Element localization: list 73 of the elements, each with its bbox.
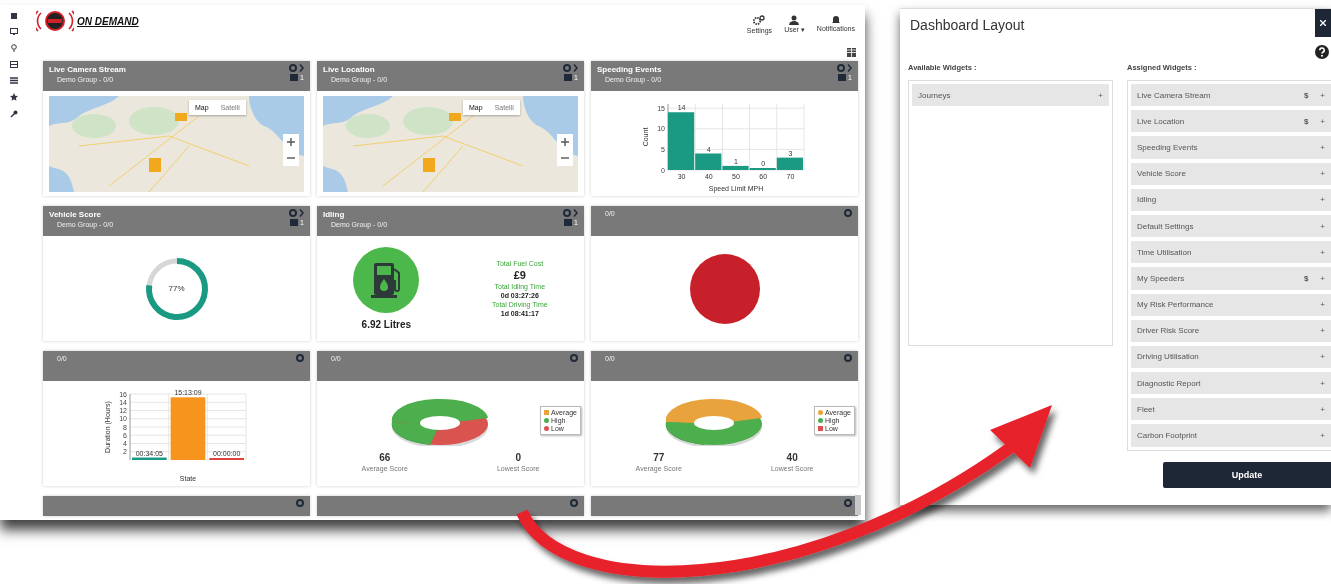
calendar-icon[interactable] [290, 74, 299, 81]
calendar-icon[interactable] [564, 74, 573, 81]
widget-list-item[interactable]: Journeys + [912, 84, 1109, 106]
chevron-right-icon[interactable] [299, 209, 304, 217]
logo-text: ON DEMAND [77, 15, 139, 27]
score-reading: 77% [167, 283, 186, 293]
calendar-icon[interactable] [564, 219, 573, 226]
gears-icon [753, 14, 766, 26]
panel-title: Dashboard Layout [909, 16, 1025, 33]
monitor-icon[interactable] [10, 28, 18, 35]
settings-icon[interactable] [844, 209, 852, 217]
widget-title: Speeding Events [597, 65, 662, 74]
widget-title: Vehicle Score [49, 210, 103, 219]
chevron-right-icon[interactable] [573, 64, 578, 72]
zoom-in-icon[interactable] [561, 137, 569, 146]
calendar-icon[interactable] [838, 74, 847, 81]
close-icon [1320, 20, 1326, 26]
chevron-right-icon[interactable] [573, 209, 578, 217]
widget-title: Idling [323, 210, 346, 219]
widget-list-item[interactable]: Diagnostic Report + [1131, 372, 1331, 395]
inbox-icon[interactable] [10, 61, 18, 68]
help-icon[interactable] [1315, 45, 1329, 59]
close-button[interactable] [1315, 9, 1331, 37]
star-icon[interactable] [10, 93, 18, 101]
settings-icon[interactable] [289, 64, 297, 72]
widget-list-item[interactable]: Live Camera Stream $ + [1131, 84, 1331, 107]
score-value: 0 [515, 451, 521, 463]
widget-list-item[interactable]: Carbon Footprint + [1131, 424, 1331, 447]
settings-icon[interactable] [844, 499, 852, 507]
score-value: 77 [653, 451, 665, 463]
score-value: 40 [786, 451, 798, 463]
fuel-volume: 6.92 Litres [361, 319, 412, 330]
bell-icon [831, 14, 840, 24]
settings-icon[interactable] [563, 209, 571, 217]
settings-icon[interactable] [570, 354, 578, 362]
settings-icon[interactable] [844, 354, 852, 362]
zoom-in-icon[interactable] [287, 137, 295, 146]
widget-list-item[interactable]: My Speeders $ + [1131, 267, 1331, 290]
settings-icon[interactable] [296, 499, 304, 507]
widget-list-item[interactable]: Time Utilisation + [1131, 241, 1331, 264]
stat-value: £9 [513, 269, 526, 281]
pin-icon[interactable] [11, 44, 17, 52]
bar [131, 457, 167, 460]
widget-list-item[interactable]: Fleet + [1131, 398, 1331, 421]
widget-title: Live Location [323, 65, 376, 74]
chevron-right-icon[interactable] [299, 64, 304, 72]
chevron-right-icon[interactable] [847, 64, 852, 72]
widget-list-item[interactable]: Idling + [1131, 188, 1331, 211]
widget-list-item[interactable]: Vehicle Score + [1131, 162, 1331, 185]
scrollbar[interactable] [855, 495, 861, 515]
bar [170, 396, 205, 460]
settings-icon[interactable] [296, 354, 304, 362]
logo-icon [36, 10, 74, 32]
bar [208, 457, 244, 460]
settings-icon[interactable] [563, 64, 571, 72]
widget-list-item[interactable]: Default Settings + [1131, 214, 1331, 238]
update-button[interactable]: Update [1163, 461, 1331, 488]
widget-list-item[interactable]: Speeding Events + [1131, 136, 1331, 159]
settings-icon[interactable] [570, 499, 578, 507]
settings-icon[interactable] [289, 209, 297, 217]
settings-icon[interactable] [837, 64, 845, 72]
calendar-icon[interactable] [290, 219, 299, 226]
fuel-pump-icon [353, 247, 420, 313]
widget-list-item[interactable]: My Risk Performance + [1131, 293, 1331, 316]
list-icon[interactable] [10, 77, 18, 84]
widget-list-item[interactable]: Live Location $ + [1131, 110, 1331, 133]
widget-title: Live Camera Stream [49, 65, 126, 74]
user-icon [789, 14, 800, 25]
wrench-icon[interactable] [10, 110, 18, 118]
widget-list-item[interactable]: Driving Utilisation + [1131, 345, 1331, 369]
widget-list-item[interactable]: Driver Risk Score + [1131, 319, 1331, 342]
score-value: 66 [379, 451, 391, 463]
grid-layout-icon[interactable] [847, 47, 856, 57]
